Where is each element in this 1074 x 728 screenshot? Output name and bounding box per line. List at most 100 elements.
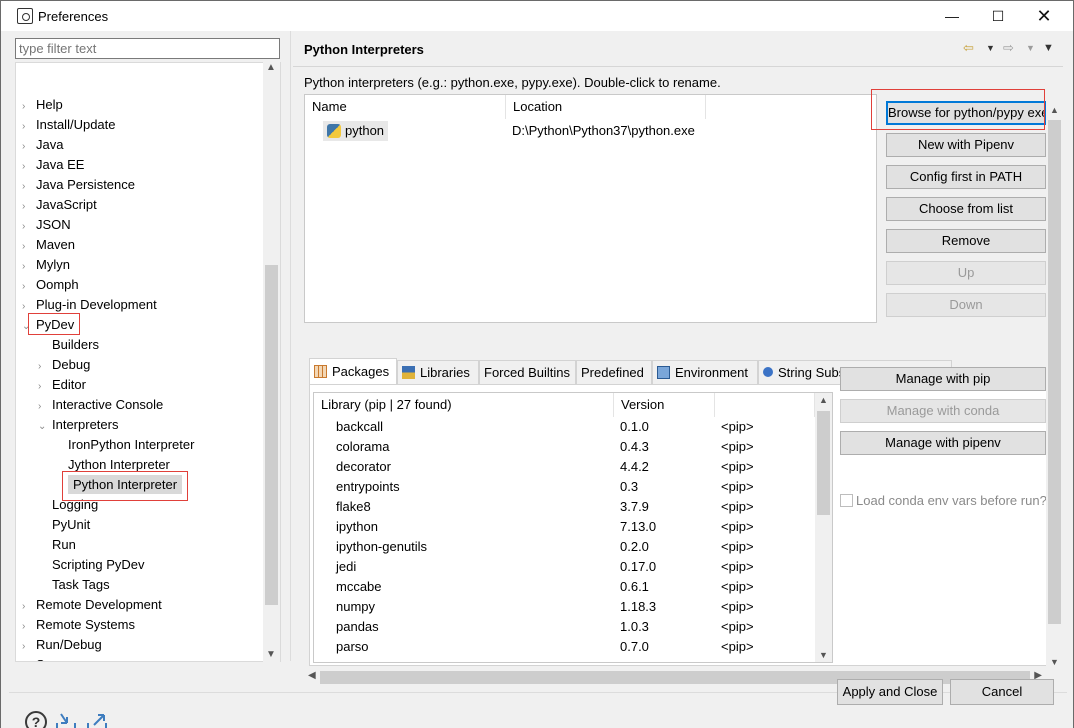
collapsed-arrow-icon[interactable]: › xyxy=(22,197,36,217)
tree-item-java-ee[interactable]: › Java EE xyxy=(22,155,84,175)
close-button[interactable]: ✕ xyxy=(1021,1,1067,31)
up-button[interactable]: Up xyxy=(886,261,1046,285)
help-icon[interactable]: ? xyxy=(25,711,47,728)
back-dropdown-icon[interactable]: ▼ xyxy=(986,43,995,53)
tree-item-oomph[interactable]: › Oomph xyxy=(22,275,79,295)
scroll-up-icon[interactable]: ▲ xyxy=(1050,105,1059,115)
checkbox-box[interactable] xyxy=(840,494,853,507)
packages-table[interactable]: Library (pip | 27 found) Version backcal… xyxy=(313,392,833,663)
collapsed-arrow-icon[interactable]: › xyxy=(38,397,52,417)
collapsed-arrow-icon[interactable]: › xyxy=(22,97,36,117)
tab-environment[interactable]: Environment xyxy=(652,360,758,384)
scroll-up-icon[interactable]: ▲ xyxy=(266,62,276,73)
back-arrow-icon[interactable]: ⇦ xyxy=(963,40,974,56)
forward-dropdown-icon[interactable]: ▼ xyxy=(1026,43,1035,53)
table-row[interactable]: ipython 7.13.0 <pip> xyxy=(314,517,814,537)
tree-item-json[interactable]: › JSON xyxy=(22,215,71,235)
packages-scrollbar[interactable]: ▲ ▼ xyxy=(815,393,832,662)
table-row[interactable]: jedi 0.17.0 <pip> xyxy=(314,557,814,577)
tree-item-java-persistence[interactable]: › Java Persistence xyxy=(22,175,135,195)
table-row[interactable]: parso 0.7.0 <pip> xyxy=(314,637,814,657)
tree-item-remote-development[interactable]: › Remote Development xyxy=(22,595,162,615)
scroll-left-icon[interactable]: ◀ xyxy=(308,670,316,681)
table-row[interactable]: mccabe 0.6.1 <pip> xyxy=(314,577,814,597)
collapsed-arrow-icon[interactable]: › xyxy=(22,217,36,237)
new-with-pipenv-button[interactable]: New with Pipenv xyxy=(886,133,1046,157)
tree-item-javascript[interactable]: › JavaScript xyxy=(22,195,97,215)
table-row[interactable]: numpy 1.18.3 <pip> xyxy=(314,597,814,617)
table-row[interactable]: colorama 0.4.3 <pip> xyxy=(314,437,814,457)
remove-button[interactable]: Remove xyxy=(886,229,1046,253)
scroll-thumb[interactable] xyxy=(1048,120,1061,624)
tree-item-run[interactable]: Run xyxy=(38,535,76,555)
column-header-source[interactable] xyxy=(715,393,815,417)
collapsed-arrow-icon[interactable]: › xyxy=(22,237,36,257)
tree-item-ironpython-interpreter[interactable]: IronPython Interpreter xyxy=(54,435,194,455)
view-menu-icon[interactable]: ▼ xyxy=(1043,42,1054,54)
down-button[interactable]: Down xyxy=(886,293,1046,317)
import-icon[interactable] xyxy=(55,711,77,728)
manage-with-pip-button[interactable]: Manage with pip xyxy=(840,367,1046,391)
tab-libraries[interactable]: Libraries xyxy=(397,360,479,384)
collapsed-arrow-icon[interactable]: › xyxy=(22,257,36,277)
tree-item-remote-systems[interactable]: › Remote Systems xyxy=(22,615,135,635)
collapsed-arrow-icon[interactable]: › xyxy=(22,177,36,197)
table-row[interactable]: entrypoints 0.3 <pip> xyxy=(314,477,814,497)
tab-predefined[interactable]: Predefined xyxy=(576,360,652,384)
pane-divider[interactable] xyxy=(290,31,291,661)
tree-item-pyunit[interactable]: PyUnit xyxy=(38,515,90,535)
manage-with-conda-button[interactable]: Manage with conda xyxy=(840,399,1046,423)
tree-item-interpreters[interactable]: ⌄ Interpreters xyxy=(38,415,118,435)
collapsed-arrow-icon[interactable]: › xyxy=(22,657,36,661)
tree-scrollbar[interactable]: ▲ ▼ xyxy=(263,62,280,662)
table-row[interactable]: flake8 3.7.9 <pip> xyxy=(314,497,814,517)
minimize-button[interactable]: — xyxy=(929,1,975,31)
table-row[interactable]: python D:\Python\Python37\python.exe xyxy=(323,121,873,141)
interpreter-name[interactable]: python xyxy=(323,121,389,141)
collapsed-arrow-icon[interactable]: › xyxy=(22,597,36,617)
column-header-name[interactable]: Name xyxy=(305,95,506,119)
filter-input[interactable] xyxy=(15,38,280,59)
collapsed-arrow-icon[interactable]: › xyxy=(38,377,52,397)
table-row[interactable]: ipython-genutils 0.2.0 <pip> xyxy=(314,537,814,557)
scroll-down-icon[interactable]: ▼ xyxy=(266,649,276,660)
collapsed-arrow-icon[interactable]: › xyxy=(22,277,36,297)
scroll-down-icon[interactable]: ▼ xyxy=(1050,657,1059,667)
tree-item-install-update[interactable]: › Install/Update xyxy=(22,115,116,135)
tree-item-editor[interactable]: › Editor xyxy=(38,375,86,395)
choose-from-list-button[interactable]: Choose from list xyxy=(886,197,1046,221)
tree-item-plug-in-development[interactable]: › Plug-in Development xyxy=(22,295,157,315)
tree-item-task-tags[interactable]: Task Tags xyxy=(38,575,110,595)
table-row[interactable]: backcall 0.1.0 <pip> xyxy=(314,417,814,437)
config-first-in-path-button[interactable]: Config first in PATH xyxy=(886,165,1046,189)
column-header-library[interactable]: Library (pip | 27 found) xyxy=(314,393,614,417)
tab-packages[interactable]: Packages xyxy=(309,358,397,384)
table-row[interactable]: pandas 1.0.3 <pip> xyxy=(314,617,814,637)
manage-with-pipenv-button[interactable]: Manage with pipenv xyxy=(840,431,1046,455)
tree-item-interactive-console[interactable]: › Interactive Console xyxy=(38,395,163,415)
forward-arrow-icon[interactable]: ⇨ xyxy=(1003,40,1014,56)
export-icon[interactable] xyxy=(86,711,108,728)
interpreters-table[interactable]: Name Location python D:\Python\Python37\… xyxy=(304,94,877,323)
tree-item-scripting-pydev[interactable]: Scripting PyDev xyxy=(38,555,144,575)
scroll-thumb[interactable] xyxy=(817,411,830,515)
scroll-thumb[interactable] xyxy=(265,265,278,605)
column-header-location[interactable]: Location xyxy=(506,95,706,119)
scroll-up-icon[interactable]: ▲ xyxy=(819,395,828,405)
table-row[interactable]: decorator 4.4.2 <pip> xyxy=(314,457,814,477)
tree-item-java[interactable]: › Java xyxy=(22,135,63,155)
tree-item-maven[interactable]: › Maven xyxy=(22,235,75,255)
collapsed-arrow-icon[interactable]: › xyxy=(22,617,36,637)
scroll-down-icon[interactable]: ▼ xyxy=(819,650,828,660)
collapsed-arrow-icon[interactable]: › xyxy=(22,157,36,177)
load-conda-env-checkbox[interactable]: Load conda env vars before run? xyxy=(840,493,1047,508)
tree-item-server[interactable]: ›Server xyxy=(22,655,74,661)
tree-item-help[interactable]: › Help xyxy=(22,95,63,115)
collapsed-arrow-icon[interactable]: › xyxy=(38,357,52,377)
maximize-button[interactable]: ☐ xyxy=(975,1,1021,31)
cancel-button[interactable]: Cancel xyxy=(950,679,1054,705)
expanded-arrow-icon[interactable]: ⌄ xyxy=(38,417,52,437)
tab-forced-builtins[interactable]: Forced Builtins xyxy=(479,360,576,384)
tree-item-builders[interactable]: Builders xyxy=(38,335,99,355)
collapsed-arrow-icon[interactable]: › xyxy=(22,117,36,137)
